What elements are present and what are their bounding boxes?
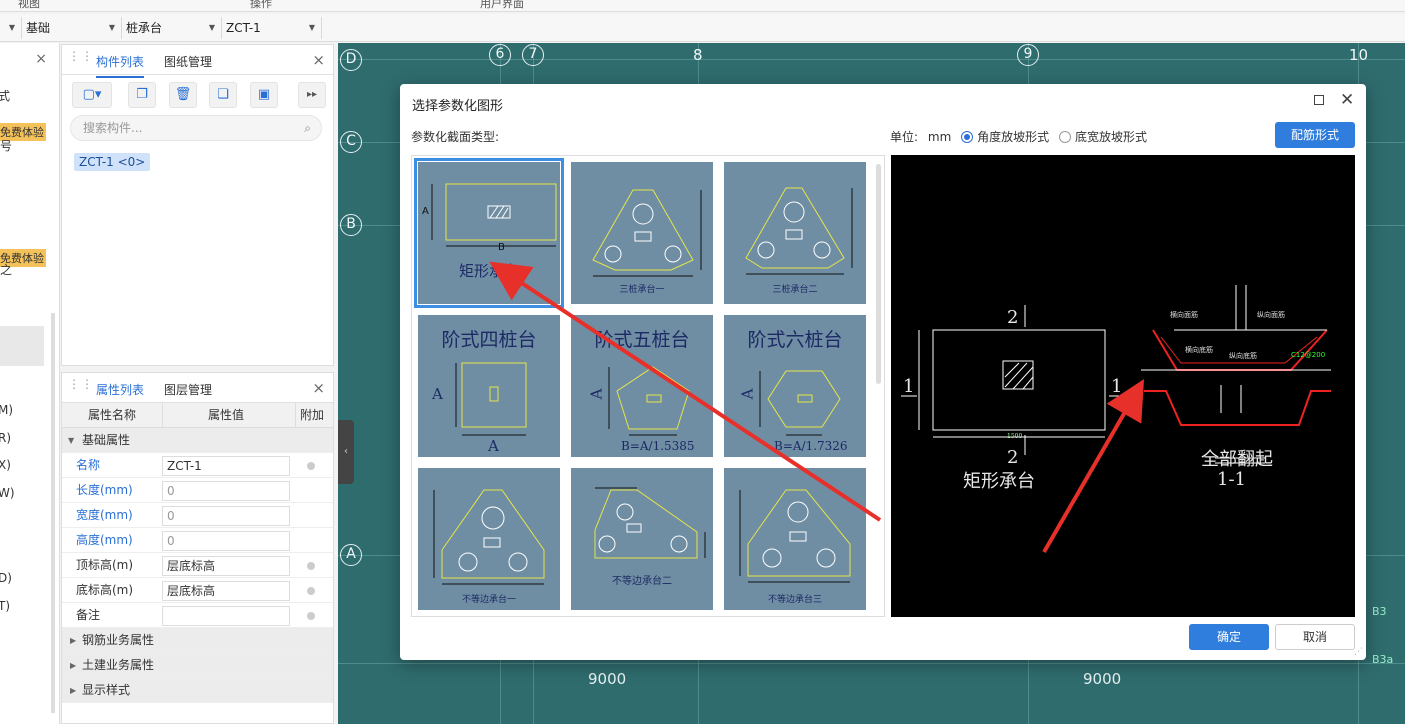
annotation-arrows [489, 261, 1145, 554]
annotation-arrow [1042, 379, 1145, 554]
annotation-arrow [489, 261, 882, 522]
